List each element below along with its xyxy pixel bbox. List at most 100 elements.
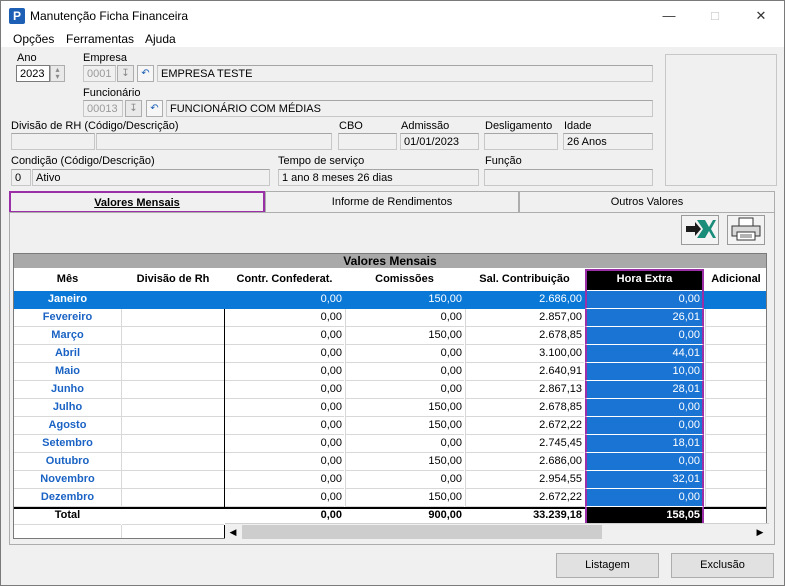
table-cell[interactable]: 150,00 (345, 453, 464, 471)
table-cell[interactable]: 0,00 (225, 489, 344, 507)
adicional-cell[interactable] (705, 327, 766, 345)
adicional-cell[interactable] (705, 399, 766, 417)
table-cell[interactable]: 0,00 (225, 291, 344, 309)
table-cell[interactable]: 0,00 (225, 417, 344, 435)
table-cell[interactable] (122, 345, 224, 363)
table-cell[interactable] (122, 435, 224, 453)
print-button[interactable] (727, 215, 765, 245)
table-cell[interactable]: 150,00 (345, 291, 464, 309)
adicional-cell[interactable] (705, 435, 766, 453)
adicional-cell[interactable] (705, 417, 766, 435)
table-cell[interactable] (122, 489, 224, 507)
horizontal-scrollbar[interactable]: ◀ ▶ (225, 523, 769, 540)
column-header[interactable]: Adicional (705, 269, 766, 290)
table-cell[interactable]: 0,00 (345, 381, 464, 399)
table-cell[interactable]: 2.954,55 (465, 471, 584, 489)
table-cell[interactable]: 44,01 (585, 345, 704, 363)
table-cell[interactable]: 0,00 (225, 309, 344, 327)
table-cell[interactable]: 0,00 (585, 453, 704, 471)
valores-mensais-grid[interactable]: Valores Mensais Mês Divisão de Rh Contr. C… (13, 253, 767, 539)
adicional-cell[interactable] (705, 309, 766, 327)
table-cell[interactable]: Novembro (14, 471, 121, 489)
table-cell[interactable] (122, 381, 224, 399)
table-cell[interactable]: Fevereiro (14, 309, 121, 327)
table-cell[interactable]: 150,00 (345, 489, 464, 507)
table-cell[interactable] (122, 417, 224, 435)
tab-informe-rendimentos[interactable]: Informe de Rendimentos (265, 191, 519, 213)
table-cell[interactable]: 32,01 (585, 471, 704, 489)
table-cell[interactable]: 0,00 (345, 435, 464, 453)
table-cell[interactable] (122, 327, 224, 345)
table-cell[interactable]: 18,01 (585, 435, 704, 453)
table-cell[interactable]: 28,01 (585, 381, 704, 399)
funcionario-undo-icon[interactable]: ↶ (146, 100, 163, 117)
ano-spinner-icon[interactable]: ▴ ▾ (50, 65, 65, 82)
table-cell[interactable]: 0,00 (345, 345, 464, 363)
table-cell[interactable] (122, 471, 224, 489)
table-cell[interactable]: Janeiro (14, 291, 121, 309)
column-header[interactable]: Divisão de Rh (122, 269, 224, 290)
adicional-cell[interactable] (705, 453, 766, 471)
column-header[interactable]: Sal. Contribuição (465, 269, 584, 290)
table-cell[interactable]: 0,00 (225, 381, 344, 399)
table-cell[interactable] (122, 309, 224, 327)
table-cell[interactable]: 150,00 (345, 417, 464, 435)
table-cell[interactable]: Agosto (14, 417, 121, 435)
close-icon[interactable]: ✕ (746, 6, 776, 26)
table-cell[interactable]: 0,00 (225, 399, 344, 417)
ano-field[interactable]: 2023 (16, 65, 50, 82)
table-cell[interactable]: 150,00 (345, 327, 464, 345)
adicional-cell[interactable] (705, 381, 766, 399)
table-cell[interactable] (122, 453, 224, 471)
table-cell[interactable]: 10,00 (585, 363, 704, 381)
scroll-right-icon[interactable]: ▶ (752, 524, 768, 540)
adicional-cell[interactable] (705, 291, 766, 309)
adicional-cell[interactable] (705, 471, 766, 489)
table-cell[interactable]: 2.640,91 (465, 363, 584, 381)
table-cell[interactable]: 2.686,00 (465, 453, 584, 471)
table-cell[interactable]: Setembro (14, 435, 121, 453)
table-cell[interactable]: 0,00 (225, 453, 344, 471)
table-cell[interactable]: Maio (14, 363, 121, 381)
table-cell[interactable]: 150,00 (345, 399, 464, 417)
export-excel-button[interactable] (681, 215, 719, 245)
table-cell[interactable]: 26,01 (585, 309, 704, 327)
table-cell[interactable]: 2.672,22 (465, 417, 584, 435)
table-cell[interactable]: 0,00 (585, 327, 704, 345)
exclusao-button[interactable]: Exclusão (671, 553, 774, 578)
table-cell[interactable]: 0,00 (585, 399, 704, 417)
table-cell[interactable]: 0,00 (585, 417, 704, 435)
adicional-cell[interactable] (705, 363, 766, 381)
table-cell[interactable]: 0,00 (585, 291, 704, 309)
tab-outros-valores[interactable]: Outros Valores (519, 191, 775, 213)
adicional-cell[interactable] (705, 489, 766, 507)
table-cell[interactable]: 0,00 (225, 345, 344, 363)
table-cell[interactable]: 2.867,13 (465, 381, 584, 399)
table-cell[interactable]: 2.745,45 (465, 435, 584, 453)
table-cell[interactable] (122, 363, 224, 381)
empresa-undo-icon[interactable]: ↶ (137, 65, 154, 82)
table-cell[interactable]: Março (14, 327, 121, 345)
column-header[interactable]: Comissões (345, 269, 464, 290)
table-cell[interactable]: 2.672,22 (465, 489, 584, 507)
listagem-button[interactable]: Listagem (556, 553, 659, 578)
table-cell[interactable]: Abril (14, 345, 121, 363)
column-header[interactable]: Contr. Confederat. (225, 269, 344, 290)
table-cell[interactable]: Outubro (14, 453, 121, 471)
tab-valores-mensais[interactable]: Valores Mensais (9, 191, 265, 213)
adicional-cell[interactable] (705, 345, 766, 363)
table-cell[interactable]: 2.686,00 (465, 291, 584, 309)
table-cell[interactable]: 2.678,85 (465, 399, 584, 417)
table-cell[interactable] (122, 291, 224, 309)
table-cell[interactable] (122, 399, 224, 417)
table-cell[interactable]: 0,00 (225, 471, 344, 489)
funcionario-lookup-icon[interactable]: ↧ (125, 100, 142, 117)
empresa-lookup-icon[interactable]: ↧ (117, 65, 134, 82)
minimize-icon[interactable]: — (654, 6, 684, 26)
table-cell[interactable]: 3.100,00 (465, 345, 584, 363)
column-header[interactable]: Mês (14, 269, 121, 290)
table-cell[interactable]: 0,00 (585, 489, 704, 507)
table-cell[interactable]: Julho (14, 399, 121, 417)
menu-opcoes[interactable]: Opções (13, 32, 54, 46)
scroll-left-icon[interactable]: ◀ (225, 524, 241, 540)
